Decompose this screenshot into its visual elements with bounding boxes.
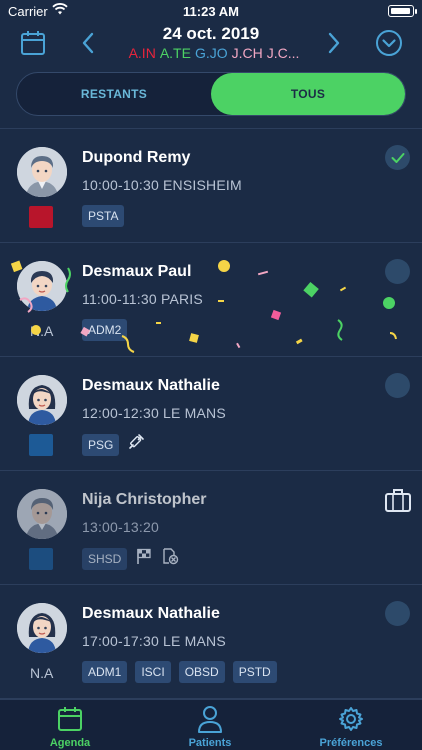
patient-name: Dupond Remy [82, 149, 191, 166]
appointment-time: 10:00-10:30 ENSISHEIM [82, 177, 242, 193]
tab-bar: Agenda Patients Préférences [0, 699, 422, 750]
appointment-time: 13:00-13:20 [82, 519, 159, 535]
na-label: N.A [30, 323, 54, 339]
tag: PSTD [232, 661, 277, 683]
appointment-row[interactable]: Desmaux Nathalie 17:00-17:30 LE MANS N.A… [0, 585, 422, 699]
file-cancel-icon [161, 547, 179, 570]
appointment-time: 17:00-17:30 LE MANS [82, 633, 226, 649]
tab-label: Agenda [49, 737, 91, 749]
patient-name: Desmaux Paul [82, 263, 192, 280]
avatar [17, 261, 67, 311]
status-circle-icon[interactable] [385, 601, 410, 626]
tag: PSTA [82, 205, 125, 227]
chevron-down-circle-icon[interactable] [374, 28, 404, 58]
appointment-list: Dupond Remy 10:00-10:30 ENSISHEIM PSTA D… [0, 129, 422, 699]
status-bar: Carrier 11:23 AM [0, 0, 422, 22]
agenda-header: 24 oct. 2019 A.IN A.TE G.JO J.CH J.C... [0, 22, 422, 66]
gear-icon [336, 705, 366, 733]
tag-list: PSTA [82, 205, 125, 227]
initial-4: J.CH [231, 45, 263, 61]
practitioner-initials[interactable]: A.IN A.TE G.JO J.CH J.C... [110, 45, 322, 61]
clock: 11:23 AM [183, 4, 239, 19]
category-color [29, 434, 53, 456]
segment-restants[interactable]: RESTANTS [17, 73, 211, 115]
battery-icon [388, 5, 417, 17]
chevron-right-icon[interactable] [322, 30, 346, 56]
appointment-time: 11:00-11:30 PARIS [82, 291, 203, 307]
filter-segment: RESTANTS TOUS [16, 72, 406, 116]
tag-list: ADM1 ISCI OBSD PSTD [82, 661, 277, 683]
status-circle-icon[interactable] [385, 373, 410, 398]
tab-agenda[interactable]: Agenda [0, 700, 140, 750]
initial-2: A.TE [159, 45, 191, 61]
tag: OBSD [178, 661, 225, 683]
tab-patients[interactable]: Patients [140, 700, 280, 750]
appointment-row[interactable]: Nija Christopher 13:00-13:20 SHSD [0, 471, 422, 585]
avatar [17, 147, 67, 197]
tag-list: SHSD [82, 547, 179, 570]
calendar-icon [55, 705, 85, 733]
avatar [17, 489, 67, 539]
syringe-icon [127, 433, 145, 456]
tab-label: Préférences [319, 737, 383, 749]
appointment-row[interactable]: Desmaux Nathalie 12:00-12:30 LE MANS PSG [0, 357, 422, 471]
category-color [29, 206, 53, 228]
tag-list: ADM2 [82, 319, 128, 341]
na-label: N.A [30, 665, 54, 681]
calendar-icon[interactable] [18, 28, 48, 58]
checkmark-icon[interactable] [385, 145, 410, 170]
initial-3: G.JO [194, 45, 228, 61]
chevron-left-icon[interactable] [76, 30, 100, 56]
tag: PSG [82, 433, 120, 456]
appointment-time: 12:00-12:30 LE MANS [82, 405, 226, 421]
avatar [17, 375, 67, 425]
appointment-row[interactable]: Desmaux Paul 11:00-11:30 PARIS N.A ADM2 [0, 243, 422, 357]
flag-icon [135, 547, 153, 570]
initial-5: J.C... [266, 45, 300, 61]
tag: ADM2 [82, 319, 128, 341]
segment-tous[interactable]: TOUS [211, 73, 405, 115]
initial-1: A.IN [128, 45, 156, 61]
category-color [29, 548, 53, 570]
avatar [17, 603, 67, 653]
tag: ADM1 [82, 661, 128, 683]
patient-name: Desmaux Nathalie [82, 377, 220, 394]
patient-name: Nija Christopher [82, 491, 207, 508]
tag: SHSD [82, 547, 128, 570]
tag: ISCI [135, 661, 171, 683]
status-circle-icon[interactable] [385, 259, 410, 284]
patient-name: Desmaux Nathalie [82, 605, 220, 622]
tag-list: PSG [82, 433, 145, 456]
tab-label: Patients [188, 737, 232, 749]
appointment-row[interactable]: Dupond Remy 10:00-10:30 ENSISHEIM PSTA [0, 129, 422, 243]
tab-preferences[interactable]: Préférences [281, 700, 421, 750]
person-icon [195, 705, 225, 733]
briefcase-icon[interactable] [384, 486, 412, 514]
current-date[interactable]: 24 oct. 2019 [110, 24, 312, 44]
